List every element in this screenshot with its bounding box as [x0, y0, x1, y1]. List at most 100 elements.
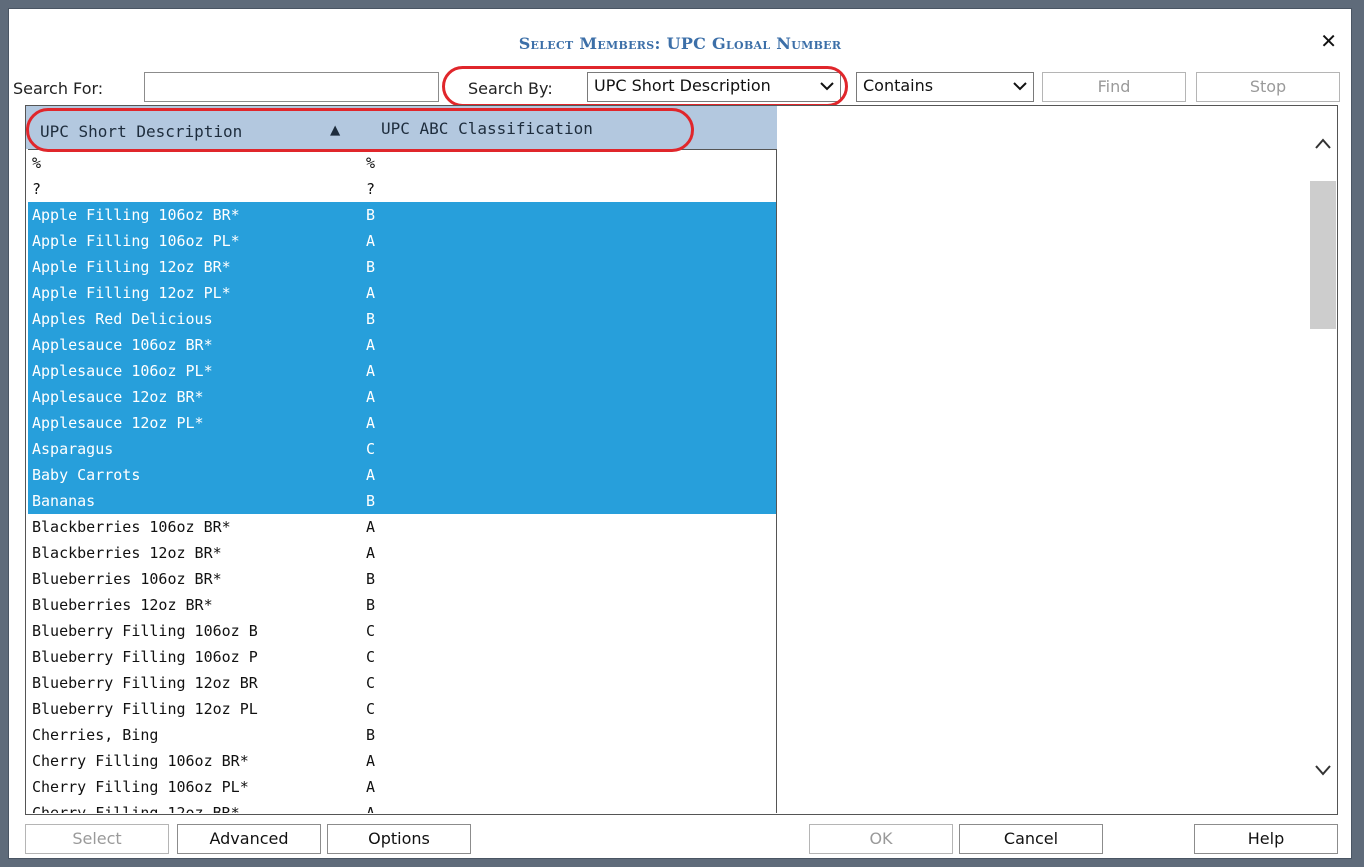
cell-upc-short-description: Baby Carrots — [32, 466, 141, 484]
cell-upc-abc-classification: A — [366, 466, 376, 484]
table-row[interactable]: Cherries, Bing B — [28, 722, 776, 748]
vertical-scrollbar[interactable] — [1307, 106, 1337, 814]
table-header: UPC Short Description ▲ UPC ABC Classifi… — [26, 106, 777, 149]
table-row[interactable]: Asparagus C — [28, 436, 776, 462]
cell-upc-abc-classification: A — [366, 232, 376, 250]
chevron-down-icon — [820, 82, 834, 91]
match-type-select[interactable]: Contains — [856, 72, 1034, 102]
cell-upc-abc-classification: C — [366, 674, 376, 692]
cell-upc-short-description: % — [32, 154, 42, 172]
table-row[interactable]: Blueberry Filling 12oz BR C — [28, 670, 776, 696]
table-row[interactable]: Applesauce 106oz BR* A — [28, 332, 776, 358]
cell-upc-short-description: Blueberry Filling 12oz PL — [32, 700, 258, 718]
cell-upc-short-description: Blueberries 106oz BR* — [32, 570, 222, 588]
find-button[interactable]: Find — [1042, 72, 1186, 102]
table-row[interactable]: Applesauce 12oz PL* A — [28, 410, 776, 436]
close-icon[interactable]: ✕ — [1320, 31, 1337, 51]
table-row[interactable]: Blueberries 106oz BR* B — [28, 566, 776, 592]
column-header-upc-short-description[interactable]: UPC Short Description — [40, 122, 242, 141]
cell-upc-short-description: Asparagus — [32, 440, 114, 458]
cell-upc-abc-classification: B — [366, 570, 376, 588]
member-list: UPC Short Description ▲ UPC ABC Classifi… — [25, 105, 1338, 815]
cell-upc-short-description: Blueberry Filling 106oz P — [32, 648, 258, 666]
select-button[interactable]: Select — [25, 824, 169, 854]
table-row[interactable]: Apples Red Delicious B — [28, 306, 776, 332]
cell-upc-abc-classification: B — [366, 258, 376, 276]
cell-upc-abc-classification: C — [366, 622, 376, 640]
cell-upc-abc-classification: A — [366, 804, 376, 813]
table-row[interactable]: Apple Filling 106oz BR* B — [28, 202, 776, 228]
table-row[interactable]: Applesauce 12oz BR* A — [28, 384, 776, 410]
cell-upc-abc-classification: A — [366, 362, 376, 380]
cell-upc-abc-classification: A — [366, 284, 376, 302]
help-button[interactable]: Help — [1194, 824, 1338, 854]
cell-upc-abc-classification: % — [366, 154, 376, 172]
cancel-button[interactable]: Cancel — [959, 824, 1103, 854]
cell-upc-short-description: Apple Filling 106oz PL* — [32, 232, 240, 250]
cell-upc-short-description: Applesauce 106oz PL* — [32, 362, 213, 380]
cell-upc-short-description: Bananas — [32, 492, 96, 510]
cell-upc-short-description: Apple Filling 106oz BR* — [32, 206, 240, 224]
dialog-title: Select Members: UPC Global Number — [518, 34, 842, 53]
cell-upc-abc-classification: A — [366, 388, 376, 406]
select-members-dialog: Select Members: UPC Global Number ✕ Sear… — [8, 8, 1352, 859]
scroll-up-icon[interactable] — [1313, 136, 1333, 152]
cell-upc-abc-classification: A — [366, 336, 376, 354]
cell-upc-abc-classification: ? — [366, 180, 376, 198]
cell-upc-short-description: Cherry Filling 106oz PL* — [32, 778, 249, 796]
table-row[interactable]: Blackberries 12oz BR* A — [28, 540, 776, 566]
cell-upc-abc-classification: A — [366, 414, 376, 432]
search-by-label: Search By: — [468, 79, 553, 98]
cell-upc-short-description: Apple Filling 12oz PL* — [32, 284, 231, 302]
cell-upc-short-description: Cherry Filling 106oz BR* — [32, 752, 249, 770]
cell-upc-abc-classification: B — [366, 596, 376, 614]
table-row[interactable]: Blueberry Filling 106oz P C — [28, 644, 776, 670]
cell-upc-short-description: Applesauce 106oz BR* — [32, 336, 213, 354]
cell-upc-abc-classification: A — [366, 778, 376, 796]
advanced-button[interactable]: Advanced — [177, 824, 321, 854]
cell-upc-abc-classification: B — [366, 492, 376, 510]
column-header-label: UPC Short Description — [40, 122, 243, 141]
search-by-select[interactable]: UPC Short Description — [587, 72, 841, 102]
table-row[interactable]: Apple Filling 12oz PL* A — [28, 280, 776, 306]
cell-upc-abc-classification: C — [366, 700, 376, 718]
cell-upc-short-description: Blackberries 106oz BR* — [32, 518, 231, 536]
search-for-label: Search For: — [13, 79, 104, 98]
scrollbar-thumb[interactable] — [1310, 181, 1336, 329]
table-row[interactable]: Blueberry Filling 12oz PL C — [28, 696, 776, 722]
cell-upc-short-description: Cherries, Bing — [32, 726, 159, 744]
cell-upc-short-description: Cherry Filling 12oz BR* — [32, 804, 240, 813]
table-row[interactable]: Cherry Filling 106oz BR* A — [28, 748, 776, 774]
chevron-down-icon — [1013, 82, 1027, 91]
cell-upc-short-description: Apple Filling 12oz BR* — [32, 258, 231, 276]
cell-upc-short-description: Apples Red Delicious — [32, 310, 213, 328]
table-row[interactable]: ?? — [28, 176, 776, 202]
cell-upc-short-description: Applesauce 12oz PL* — [32, 414, 204, 432]
scroll-down-icon[interactable] — [1313, 762, 1333, 778]
table-row[interactable]: Cherry Filling 106oz PL* A — [28, 774, 776, 800]
cell-upc-abc-classification: B — [366, 726, 376, 744]
search-by-value: UPC Short Description — [594, 76, 771, 95]
table-row[interactable]: Blackberries 106oz BR* A — [28, 514, 776, 540]
table-row[interactable]: Apple Filling 12oz BR* B — [28, 254, 776, 280]
table-row[interactable]: Bananas B — [28, 488, 776, 514]
table-row[interactable]: %% — [28, 150, 776, 176]
cell-upc-abc-classification: B — [366, 310, 376, 328]
table-row[interactable]: Blueberry Filling 106oz B C — [28, 618, 776, 644]
table-row[interactable]: Blueberries 12oz BR* B — [28, 592, 776, 618]
options-button[interactable]: Options — [327, 824, 471, 854]
column-header-upc-abc-classification[interactable]: UPC ABC Classification — [381, 119, 593, 138]
ok-button[interactable]: OK — [809, 824, 953, 854]
cell-upc-abc-classification: A — [366, 752, 376, 770]
cell-upc-short-description: Applesauce 12oz BR* — [32, 388, 204, 406]
cell-upc-abc-classification: C — [366, 440, 376, 458]
table-row[interactable]: Baby Carrots A — [28, 462, 776, 488]
search-for-input[interactable] — [144, 72, 439, 102]
cell-upc-abc-classification: A — [366, 544, 376, 562]
table-row[interactable]: Apple Filling 106oz PL* A — [28, 228, 776, 254]
sort-ascending-icon: ▲ — [330, 120, 341, 140]
cell-upc-short-description: Blueberries 12oz BR* — [32, 596, 213, 614]
table-row[interactable]: Applesauce 106oz PL* A — [28, 358, 776, 384]
stop-button[interactable]: Stop — [1196, 72, 1340, 102]
table-row[interactable]: Cherry Filling 12oz BR* A — [28, 800, 776, 813]
